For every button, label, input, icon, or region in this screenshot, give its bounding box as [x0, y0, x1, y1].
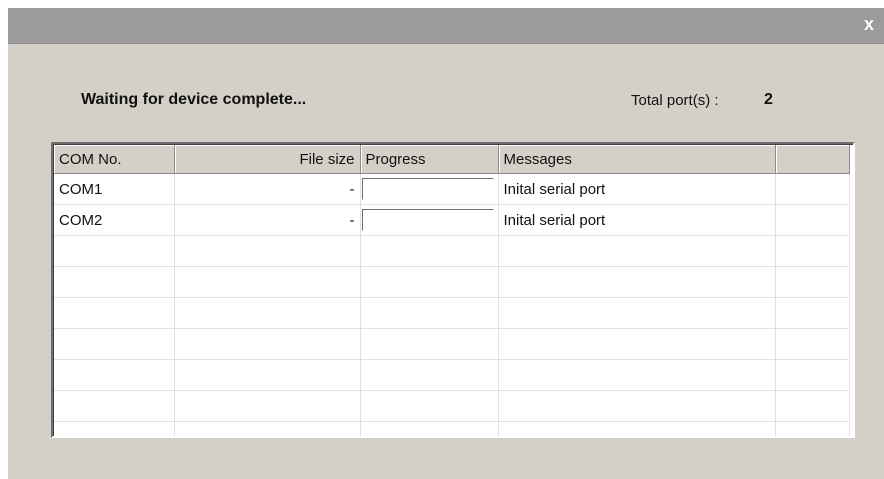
status-text: Waiting for device complete... [81, 91, 307, 108]
cell-file-size: - [174, 173, 361, 205]
table-row[interactable] [54, 359, 850, 391]
close-icon[interactable]: x [864, 14, 874, 34]
table-row[interactable]: COM2- Inital serial port [54, 204, 850, 236]
total-ports-label: Total port(s) : [631, 92, 719, 109]
cell-file-size [174, 328, 361, 360]
cell-message [498, 359, 776, 391]
close-button[interactable]: x [857, 11, 881, 37]
progress-bar [361, 178, 494, 200]
cell-com-no: COM2 [54, 204, 175, 236]
cell-com-no: COM1 [54, 173, 175, 205]
cell-com-no [54, 390, 175, 422]
cell-com-no [54, 421, 175, 436]
port-table-body: COM1- Inital serial port COM2- Inital seria… [54, 173, 850, 436]
cell-progress [360, 390, 499, 422]
port-grid[interactable]: COM No. File size Progress Messages COM1… [51, 142, 855, 438]
cell-extra [775, 359, 850, 391]
cell-progress [360, 235, 499, 267]
table-row[interactable] [54, 266, 850, 298]
cell-message [498, 235, 776, 267]
cell-message: Inital serial port [498, 173, 776, 205]
table-row[interactable]: COM1- Inital serial port [54, 173, 850, 205]
cell-progress [360, 359, 499, 391]
cell-progress [360, 266, 499, 298]
cell-extra [775, 173, 850, 205]
cell-file-size [174, 359, 361, 391]
cell-extra [775, 421, 850, 436]
cell-file-size [174, 421, 361, 436]
cell-com-no [54, 297, 175, 329]
cell-message [498, 266, 776, 298]
table-row[interactable] [54, 328, 850, 360]
port-table: COM No. File size Progress Messages COM1… [54, 145, 850, 436]
table-header-row: COM No. File size Progress Messages [54, 145, 850, 174]
table-row[interactable] [54, 235, 850, 267]
column-header-com-no[interactable]: COM No. [54, 145, 175, 174]
cell-extra [775, 235, 850, 267]
cell-extra [775, 390, 850, 422]
port-grid-inner: COM No. File size Progress Messages COM1… [53, 144, 853, 436]
cell-com-no [54, 328, 175, 360]
cell-progress [360, 204, 499, 236]
progress-bar [361, 209, 494, 231]
cell-message [498, 297, 776, 329]
cell-message [498, 421, 776, 436]
cell-progress [360, 173, 499, 205]
progress-dialog: x Waiting for device complete... Total p… [8, 8, 884, 479]
cell-file-size [174, 235, 361, 267]
table-row[interactable] [54, 421, 850, 436]
cell-file-size [174, 297, 361, 329]
cell-file-size [174, 266, 361, 298]
cell-extra [775, 297, 850, 329]
table-row[interactable] [54, 390, 850, 422]
cell-message: Inital serial port [498, 204, 776, 236]
total-ports-value: 2 [764, 91, 773, 108]
cell-message [498, 390, 776, 422]
cell-message [498, 328, 776, 360]
table-row[interactable] [54, 297, 850, 329]
cell-com-no [54, 266, 175, 298]
cell-file-size [174, 390, 361, 422]
cell-extra [775, 266, 850, 298]
cell-progress [360, 421, 499, 436]
column-header-extra[interactable] [775, 145, 850, 174]
cell-com-no [54, 235, 175, 267]
cell-extra [775, 204, 850, 236]
cell-extra [775, 328, 850, 360]
cell-com-no [54, 359, 175, 391]
cell-progress [360, 297, 499, 329]
cell-file-size: - [174, 204, 361, 236]
column-header-file-size[interactable]: File size [174, 145, 361, 174]
column-header-progress[interactable]: Progress [360, 145, 499, 174]
title-bar[interactable]: x [8, 8, 884, 44]
column-header-messages[interactable]: Messages [498, 145, 776, 174]
cell-progress [360, 328, 499, 360]
